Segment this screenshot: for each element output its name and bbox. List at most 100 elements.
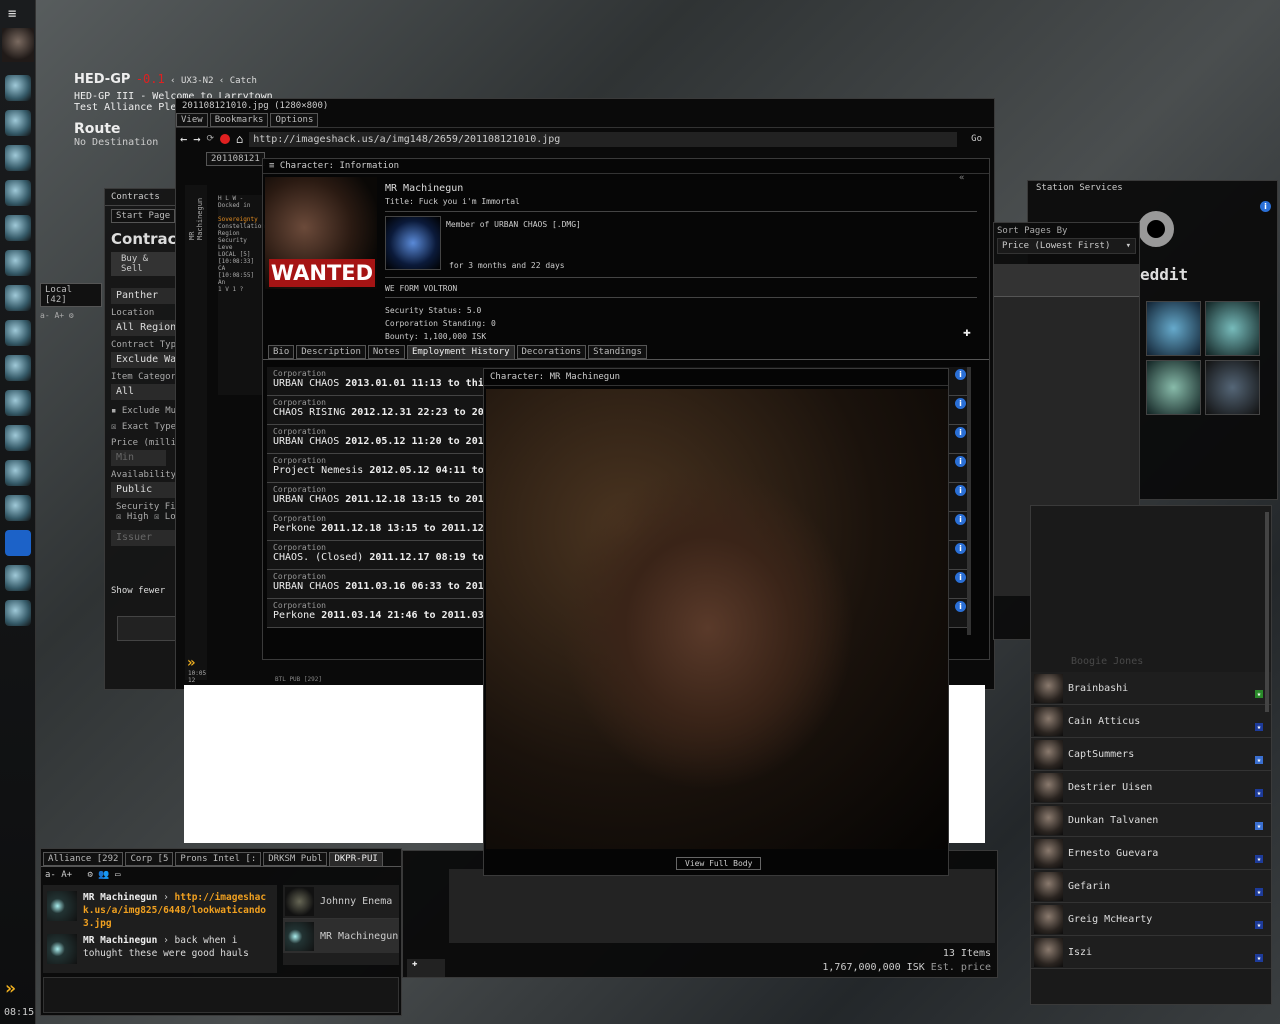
- chat-bubble-icon[interactable]: ▭: [115, 870, 120, 880]
- chevron-icon[interactable]: »: [187, 655, 195, 671]
- tab-standings[interactable]: Standings: [588, 345, 647, 359]
- member-list-item[interactable]: Brainbashi ★: [1031, 672, 1271, 705]
- home-icon[interactable]: ⌂: [236, 132, 243, 146]
- scrollbar[interactable]: [1265, 512, 1269, 712]
- info-icon[interactable]: i: [955, 427, 966, 438]
- high-checkbox[interactable]: ☒ High: [116, 512, 149, 522]
- info-icon[interactable]: i: [1260, 201, 1271, 212]
- tab-employment-history[interactable]: Employment History: [406, 345, 515, 359]
- member-list-item[interactable]: Destrier Uisen ★: [1031, 771, 1271, 804]
- corporation-name[interactable]: URBAN CHAOS: [273, 436, 339, 447]
- avatar[interactable]: [2, 28, 34, 62]
- character-portrait[interactable]: WANTED: [265, 177, 377, 289]
- chat-tab[interactable]: Prons Intel [:: [175, 852, 262, 866]
- corporation-name[interactable]: URBAN CHAOS: [273, 581, 339, 592]
- corporation-name[interactable]: CHAOS RISING: [273, 407, 345, 418]
- menu-view[interactable]: View: [176, 113, 208, 127]
- fitting-icon[interactable]: [5, 110, 31, 136]
- corporation-name[interactable]: Project Nemesis: [273, 465, 363, 476]
- member-list-item[interactable]: Iszi ★: [1031, 936, 1271, 969]
- service-medical[interactable]: [1146, 360, 1201, 415]
- avatar[interactable]: [47, 934, 77, 964]
- chat-user[interactable]: MR Machinegun: [283, 919, 399, 953]
- journal-icon[interactable]: [5, 390, 31, 416]
- chat-user[interactable]: Johnny Enema: [283, 885, 399, 919]
- map-icon[interactable]: [5, 285, 31, 311]
- price-min-input[interactable]: Min: [111, 450, 166, 466]
- stop-icon[interactable]: [220, 134, 231, 144]
- notepad-icon[interactable]: [5, 600, 31, 626]
- back-icon[interactable]: ←: [180, 132, 187, 146]
- corporation-name[interactable]: Perkone: [273, 610, 315, 621]
- reload-icon[interactable]: ⟳: [206, 134, 214, 144]
- corporation-name[interactable]: CHAOS. (Closed): [273, 552, 363, 563]
- members-icon[interactable]: 👥: [98, 870, 109, 880]
- avatar[interactable]: [47, 891, 77, 921]
- service-character[interactable]: [1205, 360, 1260, 415]
- chat-tab[interactable]: DRKSM Publ: [263, 852, 328, 866]
- settings-icon[interactable]: ⚙: [88, 870, 93, 880]
- low-checkbox[interactable]: ☒ Lo: [154, 512, 176, 522]
- tab-start-page[interactable]: Start Page: [111, 209, 176, 223]
- browser-tab[interactable]: 201108121: [206, 152, 265, 166]
- corporation-icon[interactable]: [5, 180, 31, 206]
- buy-sell-button[interactable]: Buy & Sell: [111, 252, 175, 276]
- go-button[interactable]: Go: [963, 134, 990, 144]
- sender-name[interactable]: MR Machinegun: [83, 892, 157, 903]
- member-list-item[interactable]: Ernesto Guevara ★: [1031, 837, 1271, 870]
- info-icon[interactable]: i: [955, 572, 966, 583]
- market-icon[interactable]: [5, 250, 31, 276]
- scrollbar[interactable]: [967, 367, 971, 635]
- info-icon[interactable]: [5, 530, 31, 556]
- forward-icon[interactable]: →: [193, 132, 200, 146]
- info-icon[interactable]: i: [955, 485, 966, 496]
- local-chat-tab[interactable]: Local [42] a- A+ ⚙: [40, 283, 104, 320]
- info-icon[interactable]: i: [955, 398, 966, 409]
- sender-name[interactable]: MR Machinegun: [83, 935, 157, 946]
- chat-tab[interactable]: Alliance [292: [43, 852, 124, 866]
- contracts-icon[interactable]: [5, 495, 31, 521]
- agents-icon[interactable]: [5, 425, 31, 451]
- view-full-body-button[interactable]: View Full Body: [676, 857, 762, 870]
- chat-tab[interactable]: Corp [5: [125, 852, 174, 866]
- menu-bookmarks[interactable]: Bookmarks: [209, 113, 269, 127]
- info-icon[interactable]: i: [955, 601, 966, 612]
- member-list-item[interactable]: Greig McHearty ★: [1031, 903, 1271, 936]
- browser-icon[interactable]: [5, 565, 31, 591]
- ship-icon[interactable]: [5, 460, 31, 486]
- add-icon[interactable]: ✚: [407, 959, 445, 977]
- tab-bio[interactable]: Bio: [268, 345, 295, 359]
- add-icon[interactable]: ✚: [963, 325, 971, 340]
- menu-options[interactable]: Options: [270, 113, 319, 127]
- chat-tab[interactable]: DKPR-PUI: [329, 852, 383, 866]
- industry-icon[interactable]: [5, 355, 31, 381]
- service-corporation[interactable]: [1205, 301, 1260, 356]
- member-list-item[interactable]: Cain Atticus ★: [1031, 705, 1271, 738]
- chat-input[interactable]: [43, 977, 399, 1013]
- expand-chevron-icon[interactable]: »: [5, 978, 16, 999]
- tab-description[interactable]: Description: [296, 345, 366, 359]
- info-icon[interactable]: i: [955, 543, 966, 554]
- menu-icon[interactable]: ≡: [8, 6, 28, 22]
- corporation-name[interactable]: Perkone: [273, 523, 315, 534]
- system-name[interactable]: HED-GP: [74, 72, 130, 87]
- font-larger-button[interactable]: A+: [61, 870, 72, 880]
- corporation-membership[interactable]: Member of URBAN CHAOS [.DMG]: [446, 220, 581, 229]
- corporation-logo[interactable]: [385, 216, 441, 270]
- service-clone-bay[interactable]: [1146, 301, 1201, 356]
- mail-icon[interactable]: [5, 145, 31, 171]
- constellation[interactable]: UX3-N2: [181, 76, 214, 86]
- member-list-item[interactable]: CaptSummers ★: [1031, 738, 1271, 771]
- tab-decorations[interactable]: Decorations: [516, 345, 587, 359]
- url-input[interactable]: http://imageshack.us/a/img148/2659/20110…: [249, 131, 958, 147]
- sort-select[interactable]: Price (Lowest First) ▾: [997, 238, 1136, 254]
- info-icon[interactable]: i: [955, 456, 966, 467]
- collapse-icon[interactable]: «: [959, 173, 964, 183]
- corporation-name[interactable]: URBAN CHAOS: [273, 378, 339, 389]
- assets-icon[interactable]: [5, 320, 31, 346]
- skills-icon[interactable]: [5, 75, 31, 101]
- member-list-item[interactable]: Gefarin ★: [1031, 870, 1271, 903]
- tab-notes[interactable]: Notes: [367, 345, 405, 359]
- member-list-item[interactable]: Dunkan Talvanen ★: [1031, 804, 1271, 837]
- font-smaller-button[interactable]: a-: [45, 870, 56, 880]
